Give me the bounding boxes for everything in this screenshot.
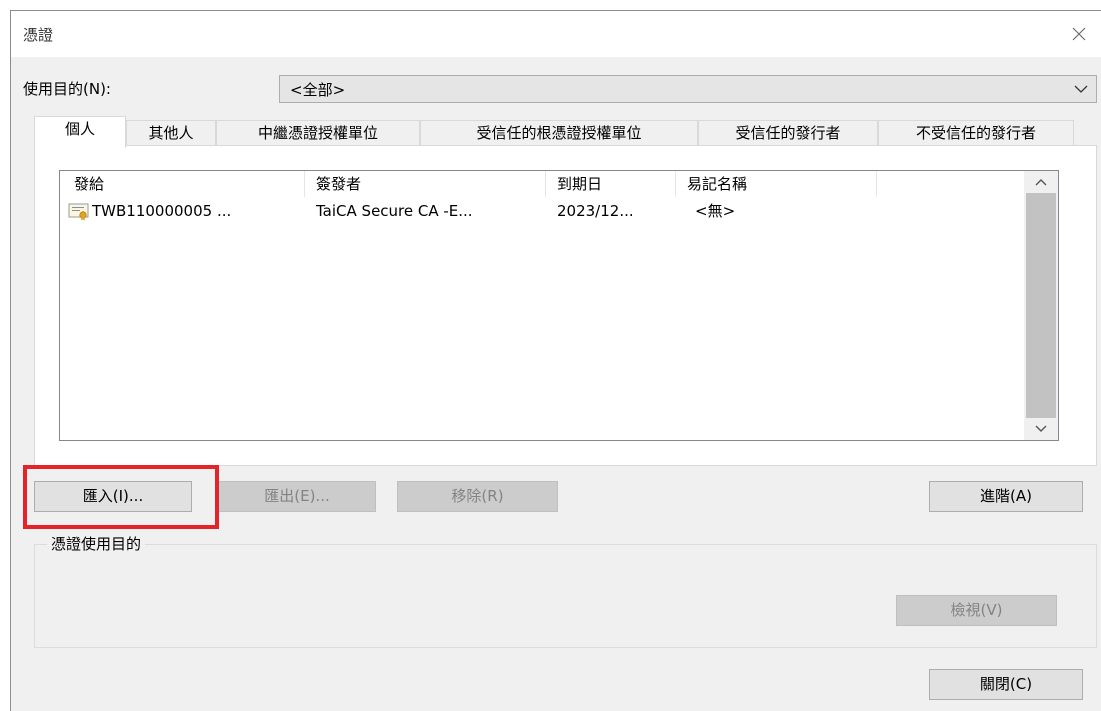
tab-personal[interactable]: 個人: [34, 116, 126, 148]
table-row[interactable]: TWB110000005 ... TaiCA Secure CA -E... 2…: [60, 199, 1025, 223]
close-button-label: 關閉(C): [979, 675, 1033, 693]
tab-label: 其他人: [148, 124, 194, 142]
tab-trusted-publishers[interactable]: 受信任的發行者: [698, 120, 878, 147]
purpose-label: 使用目的(N):: [23, 80, 111, 98]
tab-panel: 發給 簽發者 到期日 易記名稱 TWB110000005 ... TaiCA S…: [34, 145, 1097, 466]
remove-button[interactable]: 移除(R): [397, 481, 558, 512]
column-header-issuer[interactable]: 簽發者: [316, 171, 361, 197]
certificate-purposes-label: 憑證使用目的: [47, 533, 146, 554]
tab-label: 不受信任的發行者: [915, 124, 1036, 142]
view-button-label: 檢視(V): [950, 601, 1003, 619]
title-bar: 憑證: [11, 11, 1101, 57]
scroll-down-button[interactable]: [1024, 418, 1058, 440]
certificate-list[interactable]: 發給 簽發者 到期日 易記名稱 TWB110000005 ... TaiCA S…: [59, 170, 1059, 441]
advanced-button-label: 進階(A): [980, 487, 1032, 505]
tab-other-people[interactable]: 其他人: [126, 120, 216, 147]
column-header-expiration[interactable]: 到期日: [557, 171, 602, 197]
cell-issuer: TaiCA Secure CA -E...: [316, 202, 473, 220]
column-divider[interactable]: [545, 171, 546, 197]
column-divider[interactable]: [304, 171, 305, 197]
advanced-button[interactable]: 進階(A): [929, 481, 1083, 512]
tab-untrusted-publishers[interactable]: 不受信任的發行者: [878, 120, 1074, 147]
purpose-select-value: <全部>: [290, 81, 346, 99]
remove-button-label: 移除(R): [451, 487, 504, 505]
close-button[interactable]: 關閉(C): [929, 669, 1083, 700]
scrollbar-thumb[interactable]: [1026, 193, 1056, 418]
purpose-select[interactable]: <全部>: [279, 75, 1097, 103]
tab-label: 個人: [64, 120, 95, 138]
column-divider[interactable]: [876, 171, 877, 197]
chevron-down-icon: [1074, 85, 1088, 93]
column-header-issued-to[interactable]: 發給: [74, 171, 104, 197]
tab-trusted-root-ca[interactable]: 受信任的根憑證授權單位: [420, 120, 698, 147]
cell-friendly-name: <無>: [695, 202, 736, 220]
close-window-button[interactable]: [1056, 11, 1101, 57]
certificate-icon: [68, 203, 89, 221]
cell-issued-to: TWB110000005 ...: [92, 202, 232, 220]
cell-expiration: 2023/12...: [557, 202, 634, 220]
tab-label: 中繼憑證授權單位: [257, 124, 378, 142]
scroll-up-button[interactable]: [1024, 171, 1058, 193]
tab-intermediate-ca[interactable]: 中繼憑證授權單位: [216, 120, 420, 147]
certificate-purposes-group: 憑證使用目的 檢視(V): [34, 533, 1097, 648]
dialog-title: 憑證: [23, 26, 54, 44]
column-divider[interactable]: [675, 171, 676, 197]
view-button[interactable]: 檢視(V): [896, 595, 1057, 626]
vertical-scrollbar[interactable]: [1024, 171, 1058, 440]
certificates-dialog: 憑證 使用目的(N): <全部> 個人 其他人 中繼憑證授權單位 受信任的根憑證…: [10, 10, 1101, 711]
tab-label: 受信任的根憑證授權單位: [476, 124, 642, 142]
chevron-down-icon: [1035, 425, 1047, 432]
export-button-label: 匯出(E)...: [264, 487, 330, 505]
column-header-friendly-name[interactable]: 易記名稱: [687, 171, 747, 197]
chevron-up-icon: [1035, 179, 1047, 186]
export-button[interactable]: 匯出(E)...: [218, 481, 376, 512]
import-highlight-box: [23, 465, 219, 529]
tab-label: 受信任的發行者: [735, 124, 841, 142]
close-icon: [1072, 27, 1086, 41]
